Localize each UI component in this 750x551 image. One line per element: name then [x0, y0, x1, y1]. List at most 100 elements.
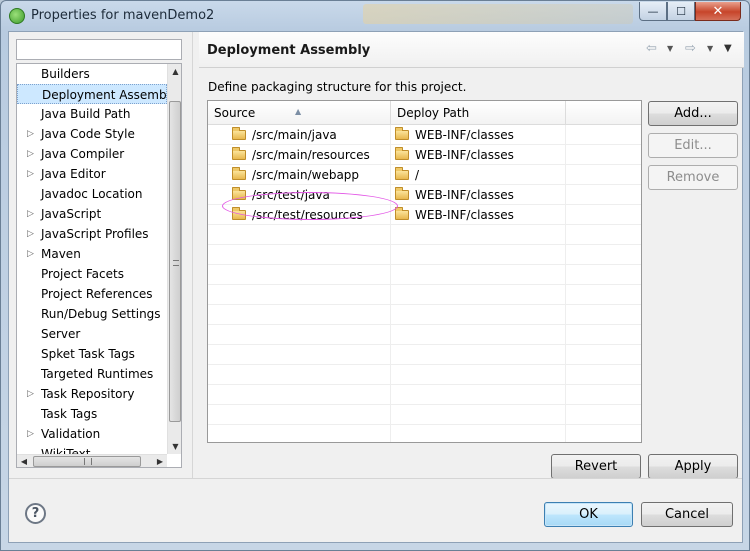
table-row [208, 345, 641, 365]
nav-item[interactable]: ▷ Task Repository [17, 384, 167, 404]
folder-icon [232, 187, 246, 200]
expand-arrow-icon[interactable]: ▷ [27, 424, 34, 444]
tree-vertical-scrollbar[interactable]: ▲ ▼ [167, 64, 181, 454]
background-taskbar-blur [363, 4, 633, 24]
panel-sash[interactable] [192, 32, 193, 478]
folder-icon [395, 167, 409, 180]
deployment-assembly-table: ▲ Source Deploy Path /src/main/java WEB-I… [207, 100, 642, 443]
close-button[interactable]: ✕ [695, 2, 741, 21]
table-row[interactable]: /src/test/java WEB-INF/classes [208, 185, 641, 205]
expand-arrow-icon[interactable]: ▷ [27, 124, 34, 144]
hscroll-thumb[interactable] [33, 456, 141, 467]
forward-arrow-icon[interactable]: ⇨ [685, 41, 696, 56]
expand-arrow-icon[interactable]: ▷ [27, 384, 34, 404]
title-bar[interactable]: Properties for mavenDemo2 — ☐ ✕ [1, 1, 749, 31]
nav-item[interactable]: Project References [17, 284, 167, 304]
filter-input[interactable] [16, 39, 182, 60]
back-history-dropdown-icon[interactable]: ▼ [667, 44, 673, 53]
nav-item[interactable]: Spket Task Tags [17, 344, 167, 364]
deploy-path-cell [391, 405, 566, 425]
tree-horizontal-scrollbar[interactable]: ◀ ▶ [17, 454, 167, 467]
deploy-path-cell: WEB-INF/classes [391, 125, 566, 145]
nav-item[interactable]: ▷ Maven [17, 244, 167, 264]
nav-item-label: Java Editor [41, 167, 106, 181]
nav-item[interactable]: Server [17, 324, 167, 344]
scroll-down-arrow-icon[interactable]: ▼ [168, 439, 181, 454]
apply-button[interactable]: Apply [648, 454, 738, 479]
source-cell [208, 325, 391, 345]
nav-item[interactable]: ▷ Java Compiler [17, 144, 167, 164]
source-cell: /src/main/java [208, 125, 391, 145]
table-row [208, 245, 641, 265]
scroll-right-arrow-icon[interactable]: ▶ [153, 455, 167, 467]
dialog-client-area: Builders Deployment Assembly Java Build Pa… [8, 31, 744, 543]
filler-cell [566, 145, 641, 165]
deploy-path-cell [391, 305, 566, 325]
nav-item[interactable]: ▷ Validation [17, 424, 167, 444]
source-cell [208, 385, 391, 405]
table-row[interactable]: /src/main/resources WEB-INF/classes [208, 145, 641, 165]
nav-item[interactable]: ▷ Java Code Style [17, 124, 167, 144]
expand-arrow-icon[interactable]: ▷ [27, 244, 34, 264]
nav-item-label: Java Code Style [41, 127, 135, 141]
remove-button[interactable]: Remove [648, 165, 738, 190]
deploy-path-cell [391, 265, 566, 285]
column-header-deploy-path[interactable]: Deploy Path [391, 101, 566, 125]
view-menu-icon[interactable]: ▼ [724, 43, 732, 54]
nav-item[interactable]: Builders [17, 64, 167, 84]
deploy-path-cell [391, 345, 566, 365]
deploy-path-cell [391, 385, 566, 405]
nav-item-label: Run/Debug Settings [41, 307, 161, 321]
forward-history-dropdown-icon[interactable]: ▼ [707, 44, 713, 53]
nav-item[interactable]: Javadoc Location [17, 184, 167, 204]
nav-item[interactable]: Task Tags [17, 404, 167, 424]
expand-arrow-icon[interactable]: ▷ [27, 224, 34, 244]
table-row[interactable]: /src/main/java WEB-INF/classes [208, 125, 641, 145]
filler-cell [566, 225, 641, 245]
scroll-left-arrow-icon[interactable]: ◀ [17, 455, 31, 467]
maximize-button[interactable]: ☐ [667, 2, 695, 21]
deploy-path-text: WEB-INF/classes [415, 148, 514, 162]
scroll-up-arrow-icon[interactable]: ▲ [168, 64, 181, 79]
folder-icon [395, 187, 409, 200]
source-cell [208, 245, 391, 265]
expand-arrow-icon[interactable]: ▷ [27, 204, 34, 224]
nav-item[interactable]: WikiText [17, 444, 167, 454]
table-row[interactable]: /src/test/resources WEB-INF/classes [208, 205, 641, 225]
filler-cell [566, 165, 641, 185]
column-header-source[interactable]: ▲ Source [208, 101, 391, 125]
filler-cell [566, 245, 641, 265]
nav-item[interactable]: Targeted Runtimes [17, 364, 167, 384]
nav-item[interactable]: Java Build Path [17, 104, 167, 124]
minimize-button[interactable]: — [639, 2, 667, 21]
scroll-thumb[interactable] [169, 101, 181, 422]
back-arrow-icon[interactable]: ⇦ [646, 41, 657, 56]
nav-item[interactable]: Run/Debug Settings [17, 304, 167, 324]
nav-item[interactable]: ▷ Java Editor [17, 164, 167, 184]
nav-item-label: Spket Task Tags [41, 347, 135, 361]
deploy-path-text: WEB-INF/classes [415, 188, 514, 202]
ok-button[interactable]: OK [544, 502, 633, 527]
cancel-button[interactable]: Cancel [641, 502, 733, 527]
nav-item-label: Builders [41, 67, 90, 81]
table-row[interactable]: /src/main/webapp / [208, 165, 641, 185]
deploy-path-cell [391, 245, 566, 265]
deploy-path-cell [391, 225, 566, 245]
deploy-path-cell: WEB-INF/classes [391, 145, 566, 165]
nav-item[interactable]: Project Facets [17, 264, 167, 284]
expand-arrow-icon[interactable]: ▷ [27, 164, 34, 184]
nav-item[interactable]: Deployment Assembly [17, 84, 167, 104]
folder-icon [232, 167, 246, 180]
nav-item[interactable]: ▷ JavaScript [17, 204, 167, 224]
nav-item-label: JavaScript [41, 207, 102, 221]
edit-button[interactable]: Edit... [648, 133, 738, 158]
add-button[interactable]: Add... [648, 101, 738, 126]
nav-item-label: Project Facets [41, 267, 124, 281]
nav-item-label: Task Tags [41, 407, 98, 421]
expand-arrow-icon[interactable]: ▷ [27, 144, 34, 164]
revert-button[interactable]: Revert [551, 454, 641, 479]
page-title: Deployment Assembly [207, 43, 371, 58]
nav-item[interactable]: ▷ JavaScript Profiles [17, 224, 167, 244]
help-icon[interactable]: ? [25, 503, 46, 524]
filler-cell [566, 365, 641, 385]
